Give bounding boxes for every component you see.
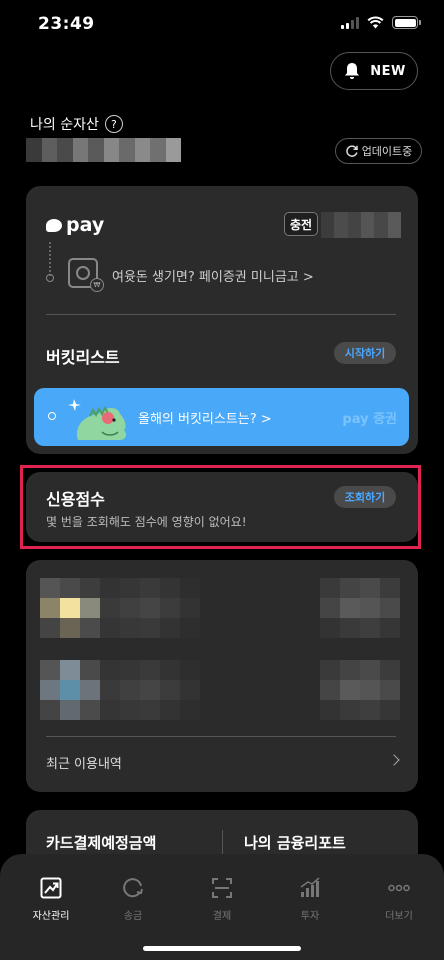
bucket-list-title: 버킷리스트 (46, 348, 120, 367)
speech-bubble-icon (46, 218, 62, 232)
bucket-banner-text: 올해의 버킷리스트는? > (138, 412, 272, 427)
dinosaur-character-icon (68, 399, 127, 440)
account-balance-blurred (320, 578, 400, 638)
pay-logo: pay (46, 214, 104, 236)
chart-up-icon (40, 877, 62, 899)
divider (46, 736, 396, 737)
chevron-right-icon (388, 754, 400, 766)
timeline-end-dot (46, 274, 54, 282)
card-payment-due-link[interactable]: 카드결제예정금액 (46, 832, 156, 853)
tab-more[interactable]: 더보기 (359, 876, 439, 922)
update-button[interactable]: 업데이트중 (335, 138, 422, 164)
won-coin-icon: ₩ (90, 278, 104, 292)
tab-payment[interactable]: 결제 (182, 876, 262, 922)
bell-icon (345, 63, 360, 79)
divider (222, 830, 223, 856)
status-time: 23:49 (38, 14, 95, 34)
safe-icon: ₩ (68, 258, 104, 292)
bars-icon (300, 877, 320, 897)
tab-asset-management[interactable]: 자산관리 (11, 876, 91, 922)
bottom-tab-bar: 자산관리 송금 결제 투자 더보기 (0, 854, 444, 960)
net-asset-label-row: 나의 순자산 ? (30, 114, 123, 134)
wifi-icon (367, 16, 384, 29)
recent-history-link[interactable]: 최근 이용내역 (46, 753, 122, 772)
account-row-blurred[interactable] (40, 660, 200, 720)
home-indicator (143, 946, 301, 951)
charge-button[interactable]: 충전 (284, 212, 318, 236)
notification-button[interactable]: NEW (330, 52, 418, 90)
divider (46, 314, 396, 315)
pay-card: pay 충전 ₩ 여윳돈 생기면? 페이증권 미니금고 > 버킷리스트 시작하기… (26, 186, 418, 454)
notification-label: NEW (370, 63, 406, 79)
update-label: 업데이트중 (361, 145, 413, 158)
tab-transfer[interactable]: 송금 (93, 876, 173, 922)
bucket-list-banner[interactable]: 올해의 버킷리스트는? > pay 증권 (34, 388, 409, 446)
account-balance-blurred (320, 660, 400, 720)
help-icon[interactable]: ? (104, 115, 123, 133)
timeline-dots (49, 242, 51, 276)
more-dots-icon (388, 884, 410, 892)
status-icons (341, 16, 421, 29)
refresh-icon (345, 145, 358, 157)
mini-vault-link[interactable]: 여윳돈 생기면? 페이증권 미니금고 > (112, 266, 314, 285)
highlight-box (20, 465, 421, 549)
finance-report-link[interactable]: 나의 금융리포트 (244, 832, 346, 853)
battery-icon (392, 16, 421, 29)
send-circle-icon (123, 878, 143, 898)
cellular-signal-icon (341, 16, 359, 29)
pay-securities-logo: pay 증권 (342, 412, 397, 427)
account-row-blurred[interactable] (40, 578, 200, 638)
pay-balance-blurred (321, 212, 401, 238)
net-asset-label: 나의 순자산 (30, 117, 99, 133)
net-asset-amount-blurred (26, 138, 181, 162)
status-bar: 23:49 (0, 0, 444, 48)
bucket-start-button[interactable]: 시작하기 (334, 342, 396, 364)
scan-icon (212, 878, 232, 898)
tab-invest[interactable]: 투자 (270, 876, 350, 922)
accounts-card: 최근 이용내역 (26, 560, 418, 792)
